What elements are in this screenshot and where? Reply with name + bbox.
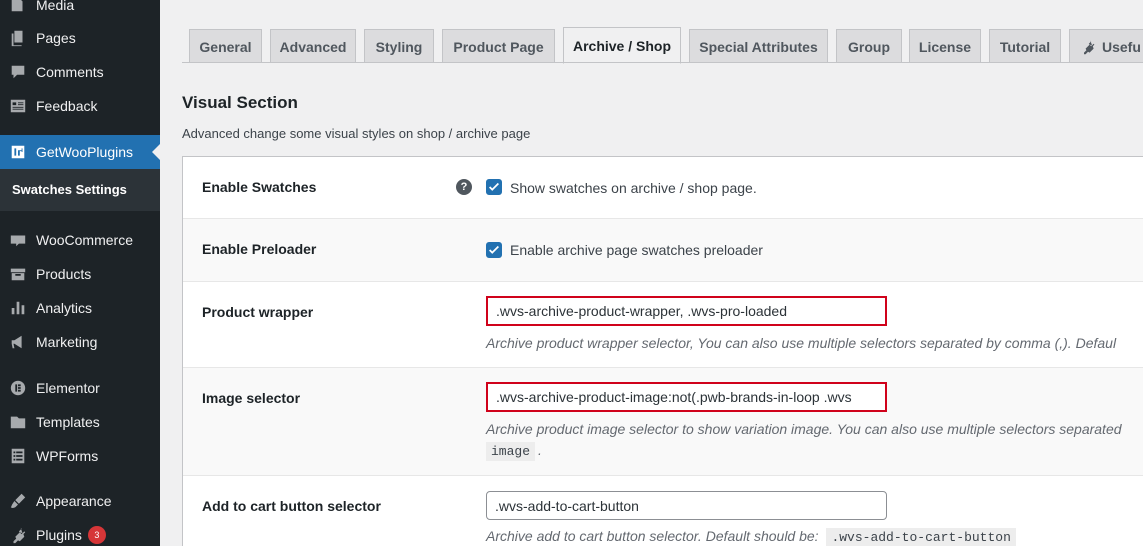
sidebar-item-pages[interactable]: Pages — [0, 21, 160, 55]
image-selector-code: image — [486, 442, 536, 461]
sidebar-item-label: Plugins — [36, 527, 82, 543]
plugins-icon — [8, 525, 28, 545]
getwooplugins-submenu: Swatches Settings — [0, 169, 160, 211]
sidebar-item-feedback[interactable]: Feedback — [0, 89, 160, 123]
media-icon — [8, 0, 28, 15]
sidebar-item-woocommerce[interactable]: WooCommerce — [0, 223, 160, 257]
templates-icon — [8, 412, 28, 432]
woocommerce-icon — [8, 230, 28, 250]
sidebar-item-label: Marketing — [36, 334, 98, 350]
tab-license[interactable]: License — [909, 29, 981, 63]
sidebar-item-media[interactable]: Media — [0, 0, 160, 22]
section-title: Visual Section — [182, 93, 298, 112]
sidebar-item-label: GetWooPlugins — [36, 144, 134, 160]
sidebar-item-getwooplugins[interactable]: GetWooPlugins — [0, 135, 160, 169]
sidebar-item-marketing[interactable]: Marketing — [0, 325, 160, 359]
sidebar-item-label: Elementor — [36, 380, 100, 396]
product-wrapper-label: Product wrapper — [202, 304, 314, 320]
appearance-icon — [8, 491, 28, 511]
enable-preloader-checkbox-label: Enable archive page swatches preloader — [510, 242, 763, 258]
active-menu-arrow — [152, 144, 160, 160]
image-selector-input[interactable] — [486, 382, 887, 412]
sidebar-item-templates[interactable]: Templates — [0, 405, 160, 439]
image-selector-description-line2: image. — [486, 442, 542, 461]
sidebar-item-elementor[interactable]: Elementor — [0, 371, 160, 405]
enable-swatches-label: Enable Swatches — [202, 179, 317, 195]
tab-useful[interactable]: Usefu — [1069, 29, 1143, 63]
pages-icon — [8, 28, 28, 48]
row-add-to-cart-selector: Add to cart button selector Archive add … — [183, 476, 1143, 546]
sidebar-item-plugins[interactable]: Plugins 3 — [0, 518, 160, 546]
feedback-icon — [8, 96, 28, 116]
sidebar-item-label: Feedback — [36, 98, 98, 114]
comments-icon — [8, 62, 28, 82]
enable-swatches-checkbox-label: Show swatches on archive / shop page. — [510, 180, 757, 196]
sidebar-item-label: Comments — [36, 64, 104, 80]
tab-advanced[interactable]: Advanced — [270, 29, 356, 63]
tab-tutorial[interactable]: Tutorial — [989, 29, 1061, 63]
image-selector-description: Archive product image selector to show v… — [486, 421, 1122, 437]
row-enable-swatches: Enable Swatches ? Show swatches on archi… — [183, 157, 1143, 219]
add-to-cart-input[interactable] — [486, 491, 887, 520]
tab-product-page[interactable]: Product Page — [442, 29, 555, 63]
settings-form-table: Enable Swatches ? Show swatches on archi… — [182, 156, 1143, 546]
enable-preloader-label: Enable Preloader — [202, 241, 317, 257]
sidebar-item-label: Analytics — [36, 300, 93, 316]
tab-group[interactable]: Group — [836, 29, 902, 63]
enable-preloader-checkbox[interactable] — [486, 242, 502, 258]
product-wrapper-description: Archive product wrapper selector, You ca… — [486, 335, 1117, 351]
row-image-selector: Image selector Archive product image sel… — [183, 368, 1143, 476]
tab-styling[interactable]: Styling — [364, 29, 434, 63]
help-icon[interactable]: ? — [456, 179, 472, 195]
add-to-cart-code: .wvs-add-to-cart-button — [826, 528, 1016, 546]
enable-swatches-checkbox[interactable] — [486, 179, 502, 195]
marketing-icon — [8, 332, 28, 352]
section-description: Advanced change some visual styles on sh… — [182, 126, 531, 141]
tab-archive-shop[interactable]: Archive / Shop — [563, 27, 681, 64]
row-product-wrapper: Product wrapper Archive product wrapper … — [183, 282, 1143, 368]
sidebar-item-comments[interactable]: Comments — [0, 55, 160, 89]
wpforms-icon — [8, 446, 28, 466]
sidebar-item-label: Templates — [36, 414, 100, 430]
sidebar-item-analytics[interactable]: Analytics — [0, 291, 160, 325]
tab-general[interactable]: General — [189, 29, 262, 63]
sidebar-item-label: WooCommerce — [36, 232, 133, 248]
sidebar-item-label: WPForms — [36, 448, 99, 464]
analytics-icon — [8, 298, 28, 318]
admin-sidebar: Media Pages Comments Feedback GetWooPlug… — [0, 0, 160, 546]
image-selector-label: Image selector — [202, 390, 301, 406]
sidebar-item-label: Media — [36, 0, 75, 13]
getwooplugins-icon — [8, 142, 28, 162]
add-to-cart-label: Add to cart button selector — [202, 498, 381, 514]
elementor-icon — [8, 378, 28, 398]
sidebar-item-label: Pages — [36, 30, 76, 46]
submenu-item-swatches-settings[interactable]: Swatches Settings — [12, 182, 127, 197]
row-enable-preloader: Enable Preloader Enable archive page swa… — [183, 219, 1143, 282]
sidebar-item-appearance[interactable]: Appearance — [0, 484, 160, 518]
plugins-update-badge: 3 — [87, 526, 106, 544]
tab-useful-label: Usefu — [1102, 38, 1141, 55]
sidebar-item-label: Appearance — [36, 493, 112, 509]
products-icon — [8, 264, 28, 284]
add-to-cart-description: Archive add to cart button selector. Def… — [486, 528, 1016, 546]
plug-icon — [1080, 39, 1096, 55]
product-wrapper-input[interactable] — [486, 296, 887, 326]
add-to-cart-description-text: Archive add to cart button selector. Def… — [486, 528, 819, 544]
sidebar-item-products[interactable]: Products — [0, 257, 160, 291]
tabs-divider — [182, 62, 1143, 63]
tab-special-attributes[interactable]: Special Attributes — [689, 29, 828, 63]
sidebar-item-wpforms[interactable]: WPForms — [0, 439, 160, 473]
sidebar-item-label: Products — [36, 266, 92, 282]
image-selector-description-tail: . — [538, 442, 542, 458]
